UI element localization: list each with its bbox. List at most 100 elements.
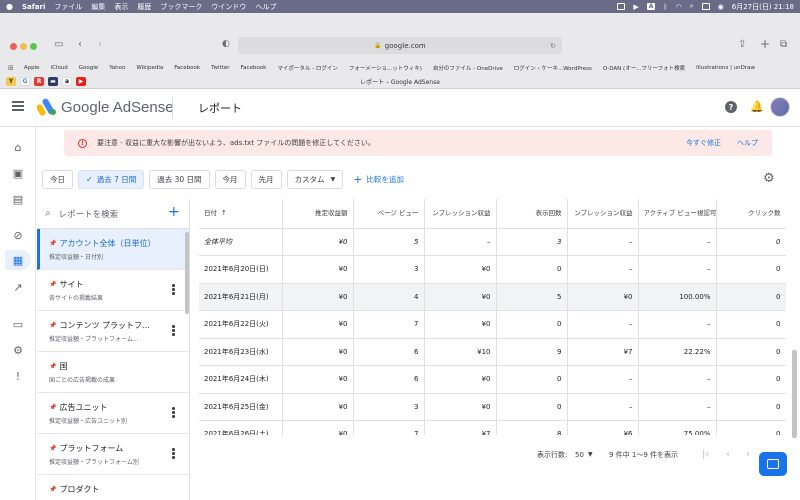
menu-window[interactable]: ウインドウ [211,2,246,12]
column-header[interactable]: アクティブ ビュー視認可能率 [638,199,717,229]
notifications-icon[interactable]: 🔔 [750,100,764,113]
table-row[interactable]: 2021年6月24日(木) ¥0 6 ¥0 0 – – 0 [199,365,786,394]
search-input[interactable]: レポートを検索 [59,208,119,220]
support-chat-button[interactable] [759,452,787,476]
range-last-7-days[interactable]: ✓ 過去 7 日間 [78,170,145,189]
bookmark-item[interactable]: Apple [24,65,40,71]
bookmark-item[interactable]: Google [79,65,98,71]
minimize-window-button[interactable] [20,43,27,50]
search-icon[interactable]: ⌕ [690,2,694,11]
input-source-icon[interactable]: A [646,3,656,10]
bookmark-item[interactable]: 自分のファイル - OneDrive [433,64,503,72]
feedback-icon[interactable]: ! [10,368,26,384]
report-item-ad-unit[interactable]: 📌 広告ユニット 推定収益額・広告ユニット別 [37,393,189,434]
column-header[interactable]: クリック数 [716,199,786,229]
blocking-controls-icon[interactable]: ⊘ [10,227,26,243]
reload-icon[interactable]: ↻ [550,42,556,50]
bookmark-item[interactable]: フォーメーショ...ットウィキ) [349,64,422,72]
help-icon[interactable]: ? [725,101,737,113]
more-options-icon[interactable] [172,448,175,459]
add-report-icon[interactable]: + [168,204,180,220]
reports-icon[interactable]: ▦ [5,250,31,270]
bookmark-item[interactable]: Yahoo [109,65,125,71]
settings-icon[interactable]: ⚙ [10,342,26,358]
table-row[interactable]: 2021年6月20日(日) ¥0 3 ¥0 0 – – 0 [199,255,786,284]
bookmark-item[interactable]: Twitter [211,65,229,71]
menu-file[interactable]: ファイル [54,2,82,12]
dropdown-arrow-icon[interactable]: ▼ [588,451,593,458]
clock[interactable]: 6月27日(日) 21:18 [732,2,794,12]
sort-ascending-icon[interactable]: ↑ [221,209,227,217]
play-icon[interactable]: ▶ [633,3,638,11]
menu-history[interactable]: 履歴 [137,2,151,12]
prev-page-icon[interactable]: ‹ [726,449,730,460]
bookmark-item[interactable]: ログイン ‹ ケーキ...WordPress [514,64,592,72]
bluetooth-icon[interactable]: ᛒ [663,3,667,11]
new-tab-icon[interactable]: + [760,37,770,51]
report-item-account[interactable]: 📌 アカウント全体（日単位） 推定収益額・日付別 [37,229,189,270]
rows-per-page-select[interactable]: 50 [575,451,584,459]
page-scrollbar[interactable] [792,350,797,438]
report-list-scrollbar[interactable] [185,232,189,314]
app-menu[interactable]: Safari [22,3,45,11]
column-header[interactable]: 推定収益額 [282,199,354,229]
apple-menu-icon[interactable]: ● [6,2,13,11]
range-this-month[interactable]: 今月 [214,170,246,189]
address-bar[interactable]: 🔒 google.com ↻ [238,37,562,54]
report-search[interactable]: ⌕ レポートを検索 + [37,199,189,229]
first-page-icon[interactable]: |‹ [702,449,709,460]
next-page-icon[interactable]: › [746,449,750,460]
payments-icon[interactable]: ▭ [10,316,26,332]
fix-now-link[interactable]: 今すぐ修正 [686,138,721,148]
menu-icon[interactable] [12,101,24,111]
avatar[interactable] [770,97,790,117]
bookmark-item[interactable]: O-DAN (オー...フリーフォト検索 [603,64,685,72]
more-options-icon[interactable] [172,407,175,418]
active-tab-title[interactable]: レポート – Google AdSense [0,77,800,86]
report-item-platform[interactable]: 📌 プラットフォーム 推定収益額・プラットフォーム別 [37,434,189,475]
privacy-shield-icon[interactable]: ◐ [222,39,230,49]
adsense-logo[interactable]: Google AdSense [37,98,174,116]
more-options-icon[interactable] [172,325,175,336]
custom-range-dropdown[interactable]: カスタム ▼ [286,170,344,189]
table-row[interactable]: 2021年6月25日(金) ¥0 3 ¥0 0 – – 0 [199,393,786,421]
table-row[interactable]: 2021年6月21日(月) ¥0 4 ¥0 5 ¥0 100.00% 0 [199,283,786,311]
help-link[interactable]: ヘルプ [737,138,758,148]
tab-overview-icon[interactable]: ⧉ [780,39,787,50]
home-icon[interactable]: ⌂ [10,139,26,155]
menu-edit[interactable]: 編集 [91,2,105,12]
bookmark-item[interactable]: Facebook [174,65,200,71]
favorites-grid-icon[interactable]: ⊞ [8,64,14,72]
bookmark-item[interactable]: Illustrations | unDraw [696,65,755,71]
column-header[interactable]: ンプレッション収益 [424,199,497,229]
report-item-sites[interactable]: 📌 サイト 各サイトの掲載結果 [37,270,189,311]
report-item-content-platform[interactable]: 📌 コンテンツ プラットフ... 推定収益額・プラットフォーム... [37,311,189,352]
add-comparison-button[interactable]: + 比較を追加 [353,173,404,186]
table-row[interactable]: 2021年6月22日(火) ¥0 7 ¥0 0 – – 0 [199,310,786,339]
optimization-icon[interactable]: ↗ [10,279,26,295]
forward-icon[interactable]: › [98,39,102,50]
sidebar-toggle-icon[interactable]: ▭ [54,39,63,50]
report-item-country[interactable]: 📌 国 国ごとの広告掲載の成果 [37,352,189,393]
share-icon[interactable]: ⇪ [738,39,746,50]
column-header[interactable]: ンプレッション収益 [567,199,639,229]
menu-help[interactable]: ヘルプ [255,2,276,12]
screen-mirror-icon[interactable] [617,3,626,10]
wifi-icon[interactable]: ◠ [676,3,682,11]
control-center-icon[interactable] [701,3,710,10]
siri-icon[interactable]: ◉ [718,3,724,11]
fullscreen-window-button[interactable] [30,43,37,50]
close-window-button[interactable] [10,43,17,50]
bookmark-item[interactable]: Wikipedia [136,65,163,71]
range-last-30-days[interactable]: 過去 30 日間 [149,170,210,189]
more-options-icon[interactable] [172,284,175,295]
ads-icon[interactable]: ▣ [10,165,26,181]
bookmark-item[interactable]: Facebook [241,65,267,71]
bookmark-item[interactable]: マイポータル - ログイン [277,64,337,72]
back-icon[interactable]: ‹ [78,39,82,50]
range-last-month[interactable]: 先月 [250,170,282,189]
range-today[interactable]: 今日 [42,170,73,189]
column-header-date[interactable]: 日付 ↑ [199,199,283,229]
bookmark-item[interactable]: iCloud [51,65,68,71]
menu-view[interactable]: 表示 [114,2,128,12]
